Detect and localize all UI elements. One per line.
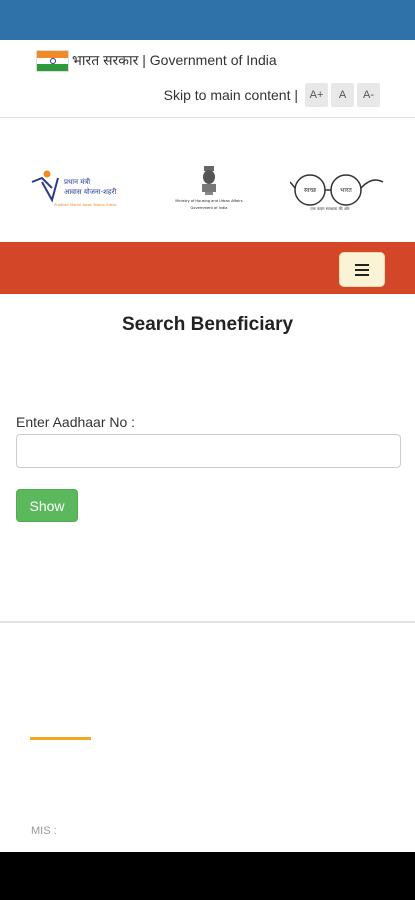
status-bar xyxy=(0,0,415,40)
svg-text:स्वच्छ: स्वच्छ xyxy=(304,187,317,194)
svg-text:आवास योजना-शहरी: आवास योजना-शहरी xyxy=(64,187,116,196)
svg-text:Ministry of Housing and Urban: Ministry of Housing and Urban Affairs xyxy=(175,199,242,203)
aadhaar-label: Enter Aadhaar No : xyxy=(16,414,136,430)
skip-to-main-content-link[interactable]: Skip to main content | xyxy=(164,87,298,103)
section-divider xyxy=(0,621,415,623)
aadhaar-input[interactable] xyxy=(16,434,401,468)
system-navigation-bar xyxy=(0,852,415,900)
font-normal-button[interactable]: A xyxy=(331,83,354,107)
pmay-urban-logo[interactable]: प्रधान मंत्री आवास योजना-शहरी Pradhan Ma… xyxy=(30,168,130,212)
footer-accent-line xyxy=(30,737,91,740)
government-header: भारत सरकार | Government of India Skip to… xyxy=(0,40,415,118)
india-flag-icon xyxy=(36,50,69,72)
font-decrease-button[interactable]: A- xyxy=(357,83,380,107)
font-increase-button[interactable]: A+ xyxy=(305,83,328,107)
swachh-bharat-logo[interactable]: स्वच्छ भारत एक कदम स्वच्छता की ओर xyxy=(290,168,385,212)
main-navbar xyxy=(0,242,415,294)
accessibility-controls: Skip to main content | A+ A A- xyxy=(164,83,380,107)
svg-text:भारत: भारत xyxy=(340,187,352,194)
svg-text:Government of India: Government of India xyxy=(191,206,228,210)
svg-text:एक कदम स्वच्छता की ओर: एक कदम स्वच्छता की ओर xyxy=(310,206,350,211)
page-title: Search Beneficiary xyxy=(121,314,294,335)
hamburger-menu-icon[interactable] xyxy=(339,252,385,287)
ministry-emblem-logo[interactable]: Ministry of Housing and Urban Affairs Go… xyxy=(163,164,255,214)
svg-text:Pradhan Mantri Awas Yojana-Urb: Pradhan Mantri Awas Yojana-Urban xyxy=(54,203,117,207)
mis-label: MIS : xyxy=(31,825,57,837)
logo-strip: प्रधान मंत्री आवास योजना-शहरी Pradhan Ma… xyxy=(0,118,415,242)
show-button[interactable]: Show xyxy=(16,489,78,522)
government-label: भारत सरकार | Government of India xyxy=(72,52,277,68)
svg-text:प्रधान मंत्री: प्रधान मंत्री xyxy=(64,177,90,186)
